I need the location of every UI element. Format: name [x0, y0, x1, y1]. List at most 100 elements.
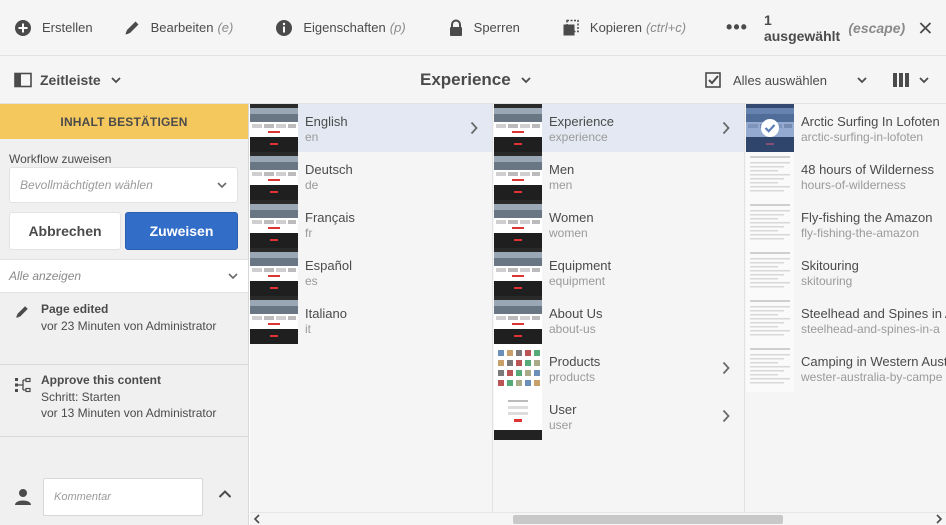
show-all-filter[interactable]: Alle anzeigen [0, 259, 248, 293]
view-switcher-button[interactable] [893, 56, 929, 104]
create-button[interactable]: Erstellen [0, 0, 107, 56]
cancel-button[interactable]: Abbrechen [9, 212, 121, 250]
horizontal-scrollbar[interactable] [250, 512, 946, 525]
edit-shortcut: (e) [217, 20, 234, 35]
item-name: de [305, 178, 319, 192]
page-thumbnail [746, 296, 794, 344]
column-articles: Arctic Surfing In Lofoten arctic-surfing-… [746, 104, 946, 512]
title-bar: Zeitleiste Experience Alles auswählen [0, 56, 946, 104]
column-item[interactable]: Steelhead and Spines in Al steelhead-and-… [746, 296, 946, 344]
page-thumbnail [494, 200, 542, 248]
column-item[interactable]: English en [250, 104, 492, 152]
scroll-left-icon[interactable] [253, 514, 261, 524]
column-item[interactable]: Camping in Western Austr wester-australia… [746, 344, 946, 392]
scrollbar-thumb[interactable] [513, 515, 783, 524]
item-title: Women [549, 210, 594, 225]
page-thumbnail [250, 248, 298, 296]
item-title: Italiano [305, 306, 347, 321]
item-title: Steelhead and Spines in Al [801, 306, 946, 321]
more-actions-button[interactable]: ••• [710, 0, 764, 56]
selection-count: 1 ausgewählt [763, 11, 841, 44]
comment-input[interactable]: Kommentar [43, 478, 203, 516]
copy-button[interactable]: Kopieren (ctrl+c) [548, 0, 700, 56]
page-thumbnail [494, 248, 542, 296]
selection-escape-hint: (escape) [848, 19, 906, 36]
chevron-right-icon [722, 409, 730, 423]
rail-toggle-label: Zeitleiste [40, 72, 101, 88]
column-item[interactable]: Skitouring skitouring [746, 248, 946, 296]
item-title: Experience [549, 114, 615, 129]
column-item[interactable]: Women women [494, 200, 744, 248]
copy-shortcut: (ctrl+c) [645, 20, 687, 35]
page-thumbnail [746, 152, 794, 200]
column-item[interactable]: Arctic Surfing In Lofoten arctic-surfing-… [746, 104, 946, 152]
column-item[interactable]: Français fr [250, 200, 492, 248]
assignee-select[interactable]: Bevollmächtigten wählen [9, 167, 238, 203]
page-thumbnail [250, 200, 298, 248]
item-name: it [305, 322, 311, 336]
column-item[interactable]: Italiano it [250, 296, 492, 344]
item-name: skitouring [801, 274, 853, 288]
lock-button[interactable]: Sperren [434, 0, 534, 56]
column-item[interactable]: About Us about-us [494, 296, 744, 344]
selection-status: 1 ausgewählt (escape) [764, 12, 946, 44]
column-item[interactable]: Experience experience [494, 104, 744, 152]
scroll-right-icon[interactable] [935, 514, 943, 524]
properties-label: Eigenschaften [303, 20, 386, 35]
page-thumbnail [250, 104, 298, 152]
page-thumbnail [250, 152, 298, 200]
user-icon [15, 489, 31, 505]
copy-icon [563, 19, 579, 35]
chevron-up-icon[interactable] [218, 489, 232, 499]
column-item[interactable]: User user [494, 392, 744, 440]
select-all-button[interactable]: Alles auswählen [705, 56, 867, 104]
event-meta: vor 23 Minuten von Administrator [41, 319, 217, 333]
column-item[interactable]: Products products [494, 344, 744, 392]
copy-label: Kopieren [589, 20, 642, 35]
item-title: Products [549, 354, 601, 369]
item-title: Español [305, 258, 352, 273]
timeline-event[interactable]: Approve this content Schritt: Starten vo… [0, 365, 248, 437]
column-item[interactable]: Equipment equipment [494, 248, 744, 296]
column-view-icon [893, 73, 909, 87]
item-title: Deutsch [305, 162, 353, 177]
item-name: experience [549, 130, 608, 144]
rail-toggle-button[interactable]: Zeitleiste [14, 56, 129, 104]
confirm-content-banner: INHALT BESTÄTIGEN [0, 104, 248, 139]
item-name: men [549, 178, 573, 192]
timeline-event[interactable]: Page edited vor 23 Minuten von Administr… [0, 294, 248, 365]
column-item[interactable]: Español es [250, 248, 492, 296]
lock-icon [449, 19, 462, 36]
assign-button[interactable]: Zuweisen [125, 212, 238, 250]
column-item[interactable]: Fly-fishing the Amazon fly-fishing-the-am… [746, 200, 946, 248]
column-item[interactable]: Deutsch de [250, 152, 492, 200]
item-title: Equipment [549, 258, 612, 273]
page-thumbnail [494, 344, 542, 392]
workflow-label: Workflow zuweisen [9, 152, 112, 166]
item-name: steelhead-and-spines-in-a [801, 322, 940, 336]
chevron-right-icon [470, 121, 478, 135]
item-name: fly-fishing-the-amazon [801, 226, 920, 240]
show-all-label: Alle anzeigen [9, 269, 82, 283]
chevron-down-icon [857, 77, 867, 84]
close-icon[interactable] [919, 21, 932, 35]
item-title: Français [305, 210, 355, 225]
page-title: Experience [420, 70, 511, 89]
item-title: Men [549, 162, 575, 177]
info-icon [276, 19, 293, 36]
event-meta: vor 13 Minuten von Administrator [41, 406, 217, 420]
chevron-down-icon [228, 273, 238, 280]
page-thumbnail [746, 344, 794, 392]
create-label: Erstellen [42, 20, 93, 35]
chevron-down-icon [521, 77, 531, 84]
page-thumbnail [494, 152, 542, 200]
properties-button[interactable]: Eigenschaften (p) [261, 0, 419, 56]
column-item[interactable]: 48 hours of Wilderness hours-of-wildernes… [746, 152, 946, 200]
edit-button[interactable]: Bearbeiten (e) [109, 0, 248, 56]
item-name: equipment [549, 274, 606, 288]
item-name: arctic-surfing-in-lofoten [801, 130, 924, 144]
breadcrumb-title[interactable]: Experience [420, 56, 531, 104]
selected-check-icon[interactable] [746, 104, 794, 152]
select-all-label: Alles auswählen [733, 72, 827, 88]
column-item[interactable]: Men men [494, 152, 744, 200]
